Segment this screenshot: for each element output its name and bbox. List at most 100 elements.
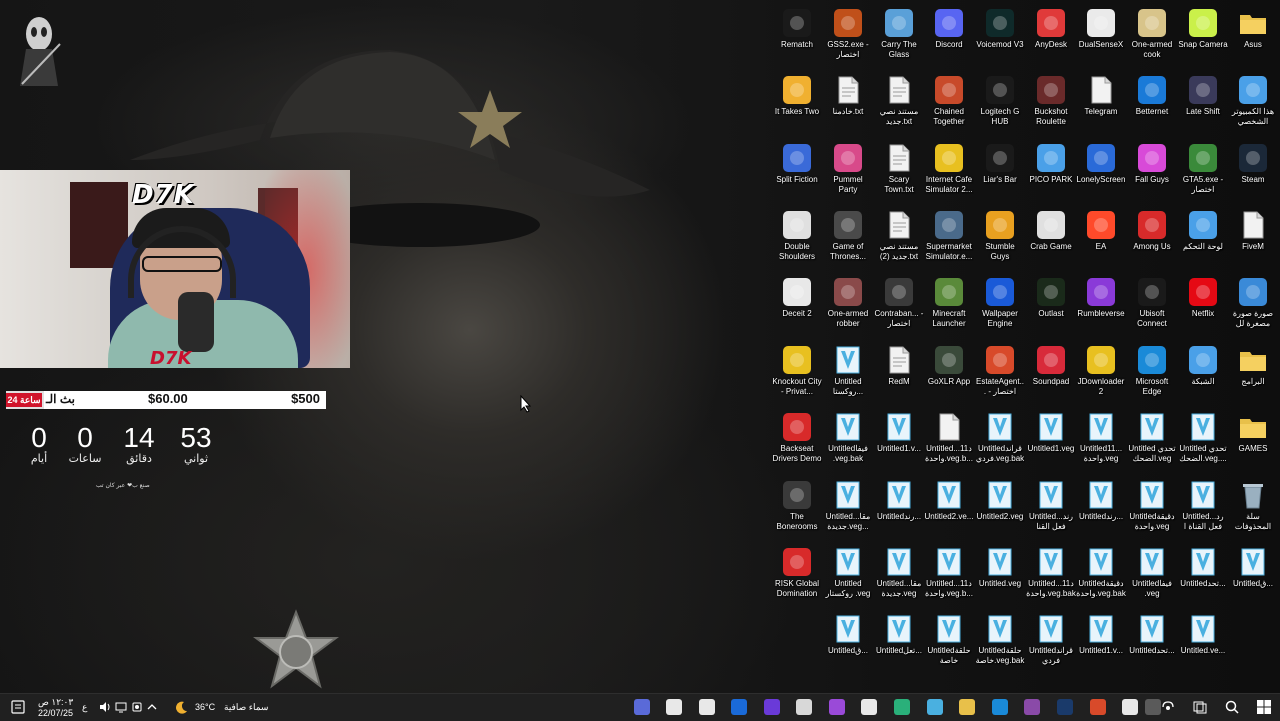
input-language-indicator[interactable]: ع [82,702,87,713]
desktop-icon[interactable]: Untitledرند... [874,476,924,540]
desktop[interactable]: D7K D7K 24 ساعة بث الـ $60.00 $500 0 أيا… [0,0,1280,693]
desktop-icon[interactable]: Knockout City - Privat... [772,341,822,405]
taskbar-app-winrar-icon[interactable] [1024,699,1040,715]
taskbar-app-pen-icon[interactable] [796,699,812,715]
desktop-icon[interactable]: Steam [1228,139,1278,203]
desktop-icon[interactable]: Untitledمقا... جديدة.veg [874,543,924,607]
desktop-icon[interactable]: Crab Game [1026,206,1076,270]
desktop-icon[interactable]: مستند نصي جديد.txt [874,71,924,135]
desktop-icon[interactable]: Asus [1228,4,1278,68]
weather-temperature[interactable]: 36°C [195,702,215,712]
taskbar-app-file1-icon[interactable] [666,699,682,715]
taskbar-app-unknown-icon[interactable] [1145,699,1161,715]
desktop-icon[interactable]: Untitledدقيقة واحدة.veg [1127,476,1177,540]
desktop-icon[interactable]: One-armed robber [823,273,873,337]
desktop-icon[interactable]: Untitledتعل... [874,610,924,674]
desktop-icon[interactable]: Split Fiction [772,139,822,203]
desktop-icon[interactable]: خادمنا.txt [823,71,873,135]
desktop-icon[interactable]: Liar's Bar [975,139,1025,203]
desktop-icon[interactable]: Untitled.veg [975,543,1025,607]
desktop-icon[interactable]: PICO PARK [1026,139,1076,203]
desktop-icon[interactable]: Soundpad [1026,341,1076,405]
desktop-icon[interactable]: سلة المحذوفات [1228,476,1278,540]
desktop-icon[interactable]: Untitledحلقة خاصة.veg.bak [975,610,1025,674]
desktop-icon[interactable]: لوحة التحكم [1178,206,1228,270]
taskbar-app-chat-icon[interactable] [894,699,910,715]
desktop-icon[interactable]: Untitledق... [823,610,873,674]
desktop-icon[interactable]: Untitled روكستا... [823,341,873,405]
taskbar-app-file3-icon[interactable] [861,699,877,715]
desktop-icon[interactable]: Netflix [1178,273,1228,337]
tray-app-icon[interactable] [131,701,143,713]
desktop-icon[interactable]: Contraban... - اختصار [874,273,924,337]
desktop-icon[interactable]: Untitledحلقة خاصة [924,610,974,674]
desktop-icon[interactable]: Untitled11... واحدة.veg [1076,408,1126,472]
taskbar-app-vegas-icon[interactable] [927,699,943,715]
desktop-icon[interactable]: Untitledد11... واحدة.veg.b... [924,408,974,472]
desktop-icon[interactable]: DualSenseX [1076,4,1126,68]
taskbar-clock-time[interactable]: ١٢:٠٣ ص [38,697,73,708]
search-icon[interactable] [1224,699,1240,715]
taskbar-clock-date[interactable]: 22/07/25 [38,708,73,718]
speaker-icon[interactable] [99,701,111,713]
desktop-icon[interactable]: هذا الكمبيوتر الشخصي [1228,71,1278,135]
desktop-icon[interactable]: EstateAgent... - اختصار [975,341,1025,405]
desktop-icon[interactable]: Rumbleverse [1076,273,1126,337]
desktop-icon[interactable]: Game of Thrones... [823,206,873,270]
desktop-icon[interactable]: RISK Global Domination [772,543,822,607]
desktop-icon[interactable]: It Takes Two [772,71,822,135]
desktop-icon[interactable]: الشبكة [1178,341,1228,405]
desktop-icon[interactable]: Discord [924,4,974,68]
desktop-icon[interactable]: Carry The Glass [874,4,924,68]
desktop-icon[interactable]: البرامج [1228,341,1278,405]
desktop-icon[interactable]: Double Shoulders [772,206,822,270]
desktop-icon[interactable]: Stumble Guys [975,206,1025,270]
desktop-icon[interactable]: Pummel Party [823,139,873,203]
desktop-icon[interactable]: AnyDesk [1026,4,1076,68]
taskbar-app-capcut-icon[interactable] [1122,699,1138,715]
desktop-icon[interactable]: Outlast [1026,273,1076,337]
taskbar-app-photoshop-icon[interactable] [1057,699,1073,715]
desktop-icon[interactable]: Untitledتحد... [1127,610,1177,674]
network-icon[interactable] [115,701,127,713]
desktop-icon[interactable]: Betternet [1127,71,1177,135]
desktop-icon[interactable]: Internet Cafe Simulator 2... [924,139,974,203]
desktop-icon[interactable]: Wallpaper Engine [975,273,1025,337]
desktop-icon[interactable]: Untitledرند... [1076,476,1126,540]
start-button-icon[interactable] [1256,699,1272,715]
desktop-icon[interactable]: Untitled2.ve... [924,476,974,540]
taskbar-app-outlook-icon[interactable] [731,699,747,715]
desktop-icon[interactable]: Untitled1.v... [1076,610,1126,674]
copilot-icon[interactable] [1160,699,1176,715]
desktop-icon[interactable]: The Bonerooms [772,476,822,540]
desktop-icon[interactable]: RedM [874,341,924,405]
desktop-icon[interactable]: Rematch [772,4,822,68]
desktop-icon[interactable]: Untitledد11... واحدة.veg.bak [1026,543,1076,607]
desktop-icon[interactable]: Ubisoft Connect [1127,273,1177,337]
desktop-icon[interactable]: Untitledمقا... جديدة.veg... [823,476,873,540]
desktop-icon[interactable]: Telegram [1076,71,1126,135]
desktop-icon[interactable]: Voicemod V3 [975,4,1025,68]
desktop-icon[interactable]: Fall Guys [1127,139,1177,203]
desktop-icon[interactable]: GoXLR App [924,341,974,405]
chevron-up-icon[interactable] [146,701,158,713]
desktop-icon[interactable]: Untitled روكستار .veg [823,543,873,607]
desktop-icon[interactable]: JDownloader 2 [1076,341,1126,405]
desktop-icon[interactable]: Backseat Drivers Demo [772,408,822,472]
desktop-icon[interactable]: Untitledفيفا .veg.bak [823,408,873,472]
desktop-icon[interactable]: FiveM [1228,206,1278,270]
desktop-icon[interactable]: LonelyScreen [1076,139,1126,203]
desktop-icon[interactable]: Microsoft Edge [1127,341,1177,405]
desktop-icon[interactable]: صورة صورة مصغرة لل [1228,273,1278,337]
desktop-icon[interactable]: Logitech G HUB [975,71,1025,135]
desktop-icon[interactable]: Untitled.ve... [1178,610,1228,674]
weather-moon-icon[interactable] [174,700,189,715]
taskbar-app-chrome-icon[interactable] [1090,699,1106,715]
desktop-icon[interactable]: Scary Town.txt [874,139,924,203]
desktop-icon[interactable]: Untitledتحد... [1178,543,1228,607]
desktop-icon[interactable]: EA [1076,206,1126,270]
taskbar-app-obs-icon[interactable] [764,699,780,715]
desktop-icon[interactable]: Untitled1.veg [1026,408,1076,472]
desktop-icon[interactable]: Chained Together [924,71,974,135]
taskbar-app-explorer-icon[interactable] [959,699,975,715]
